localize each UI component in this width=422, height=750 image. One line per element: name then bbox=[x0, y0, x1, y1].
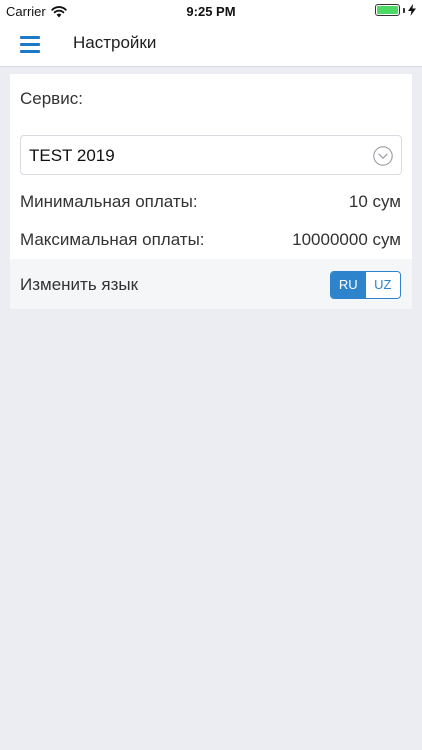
navigation-bar: Настройки bbox=[0, 22, 422, 67]
settings-card: Сервис: TEST 2019 Минимальная оплаты: 10… bbox=[10, 74, 412, 309]
min-payment-label: Минимальная оплаты: bbox=[20, 192, 198, 211]
max-payment-value: 10000000 сум bbox=[292, 230, 401, 249]
max-payment-label: Максимальная оплаты: bbox=[20, 230, 205, 249]
language-option-uz[interactable]: UZ bbox=[365, 272, 400, 298]
service-value: TEST 2019 bbox=[29, 146, 115, 165]
language-row: Изменить язык RU UZ bbox=[10, 259, 412, 309]
change-language-label: Изменить язык bbox=[20, 275, 139, 294]
status-right bbox=[375, 4, 416, 16]
language-option-ru[interactable]: RU bbox=[331, 272, 366, 298]
battery-fill bbox=[377, 6, 398, 14]
language-toggle[interactable]: RU UZ bbox=[330, 271, 401, 299]
min-payment-row: Минимальная оплаты: 10 сум bbox=[10, 181, 412, 219]
battery-cap bbox=[403, 7, 405, 13]
page-title: Настройки bbox=[73, 33, 157, 52]
charging-bolt-icon bbox=[408, 4, 416, 16]
status-time: 9:25 PM bbox=[186, 4, 236, 19]
chevron-down-icon bbox=[373, 146, 393, 166]
min-payment-value: 10 сум bbox=[348, 192, 401, 211]
hamburger-menu-icon[interactable] bbox=[20, 36, 40, 53]
status-bar: Carrier 9:25 PM bbox=[0, 0, 422, 22]
max-payment-row: Максимальная оплаты: 10000000 сум bbox=[10, 219, 412, 257]
battery-icon bbox=[375, 4, 400, 16]
service-dropdown[interactable]: TEST 2019 bbox=[20, 135, 402, 175]
service-label: Сервис: bbox=[20, 89, 83, 108]
